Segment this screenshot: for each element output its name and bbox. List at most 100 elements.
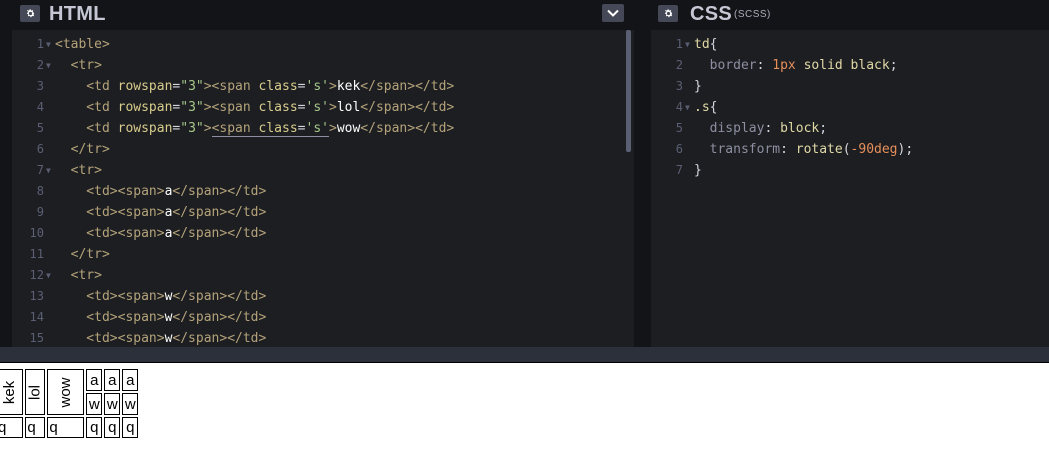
line-number: 5 [36, 121, 44, 135]
code-line[interactable]: 2 ▼ <tr> [12, 55, 634, 76]
code-line[interactable]: 3 <td rowspan="3"><span class='s'>kek</s… [12, 76, 634, 97]
line-number: 8 [36, 184, 44, 198]
html-editor-scrollbar[interactable] [626, 30, 631, 152]
code-line[interactable]: 14 <td><span>w</span></td> [12, 307, 634, 328]
html-code-editor[interactable]: 1 ▼ <table> 2 ▼ <tr> 3 <td rowspan="3"><span … [12, 34, 634, 347]
code-line[interactable]: 2 border: 1px solid black; [651, 55, 1049, 76]
result-cell-text: w [88, 395, 100, 413]
code-text: <td rowspan="3"><span class='s'>lol</spa… [55, 97, 454, 118]
code-token: block [780, 121, 820, 136]
code-token: : [780, 142, 796, 157]
code-line[interactable]: 4 ▼ .s{ [651, 97, 1049, 118]
code-token: <td [55, 79, 118, 94]
line-number: 4 [36, 100, 44, 114]
result-cell-text: q [126, 419, 135, 436]
code-token: </span></td> [172, 184, 267, 199]
code-line[interactable]: 5 display: block; [651, 118, 1049, 139]
line-number: 9 [36, 205, 44, 219]
fold-arrow-icon[interactable]: ▼ [685, 34, 690, 55]
line-number: 15 [29, 331, 44, 345]
result-cell-text: a [108, 371, 117, 389]
fold-arrow-icon[interactable]: ▼ [46, 55, 51, 76]
pane-divider[interactable] [634, 0, 651, 347]
html-pane-title: HTML [49, 3, 106, 25]
code-token: > [328, 79, 337, 94]
code-token: class [258, 100, 298, 115]
code-line[interactable]: 15 <td><span>w</span></td> [12, 328, 634, 347]
line-number: 7 [36, 163, 44, 177]
html-options-dropdown[interactable] [602, 4, 624, 22]
result-cell-text: q [108, 419, 117, 436]
code-token: kek [336, 79, 361, 94]
code-line[interactable]: 7 ▼ <tr> [12, 160, 634, 181]
result-cell-text: q [0, 419, 7, 436]
line-number: 3 [675, 79, 683, 93]
result-cell-text: w [106, 395, 118, 413]
result-cell-text: wow [57, 377, 75, 408]
code-token: > [328, 121, 337, 136]
code-token: rowspan [117, 79, 173, 94]
code-line[interactable]: 12 ▼ <tr> [12, 265, 634, 286]
code-token: </tr> [55, 142, 110, 157]
code-token: border [694, 58, 757, 73]
code-text: </tr> [55, 139, 110, 160]
code-token: </span></td> [172, 331, 267, 346]
code-token: ><span [203, 79, 259, 94]
code-line[interactable]: 11 </tr> [12, 244, 634, 265]
code-token: "3" [180, 100, 204, 115]
code-text: <td rowspan="3"><span class='s'>kek</spa… [55, 76, 454, 97]
line-number: 4 [675, 100, 683, 114]
code-text: <tr> [55, 55, 102, 76]
result-cell: q [47, 417, 85, 438]
css-editor-pane: CSS (SCSS) 1 ▼ td{2 border: 1px solid blac… [651, 0, 1049, 347]
code-line[interactable]: 1 ▼ td{ [651, 34, 1049, 55]
code-line[interactable]: 1 ▼ <table> [12, 34, 634, 55]
code-token: <tr> [55, 268, 102, 283]
code-token: { [709, 100, 718, 115]
code-line[interactable]: 3} [651, 76, 1049, 97]
code-line[interactable]: 6 transform: rotate(-90deg); [651, 139, 1049, 160]
code-token: <tr> [55, 58, 102, 73]
fold-arrow-icon[interactable]: ▼ [46, 34, 51, 55]
code-token: ( [842, 142, 851, 157]
html-settings-button[interactable] [20, 5, 40, 22]
code-text: <td><span>a</span></td> [55, 181, 266, 202]
fold-arrow-icon[interactable]: ▼ [46, 160, 51, 181]
code-token: "3" [180, 121, 204, 136]
css-settings-button[interactable] [658, 5, 678, 22]
editor-area: HTML 1 ▼ <table> 2 ▼ <tr> 3 <td rowspan="3"><… [0, 0, 1049, 347]
code-token: <td [55, 100, 118, 115]
code-line[interactable]: 4 <td rowspan="3"><span class='s'>lol</s… [12, 97, 634, 118]
code-line[interactable]: 10 <td><span>a</span></td> [12, 223, 634, 244]
code-token: </span></td> [172, 289, 267, 304]
code-token: > [328, 100, 337, 115]
result-cell: w [86, 393, 103, 415]
code-token: ); [897, 142, 914, 157]
code-line[interactable]: 13 <td><span>w</span></td> [12, 286, 634, 307]
left-edge [0, 0, 12, 347]
code-token: display [694, 121, 765, 136]
code-line[interactable]: 8 <td><span>a</span></td> [12, 181, 634, 202]
code-text: <td rowspan="3"><span class='s'>wow</spa… [55, 118, 454, 139]
fold-arrow-icon[interactable]: ▼ [46, 265, 51, 286]
code-token: <span [211, 121, 259, 137]
code-token: solid black [795, 58, 890, 73]
result-cell: w [122, 393, 139, 415]
code-line[interactable]: 6 </tr> [12, 139, 634, 160]
code-line[interactable]: 9 <td><span>a</span></td> [12, 202, 634, 223]
line-number: 1 [675, 37, 683, 51]
code-text: </tr> [55, 244, 110, 265]
code-token: class [258, 79, 298, 94]
code-text: <td><span>w</span></td> [55, 307, 266, 328]
result-resize-bar[interactable] [0, 347, 1049, 363]
code-token: <td [55, 121, 118, 136]
code-token: <td><span> [55, 205, 165, 220]
table-row: q q q q q q [0, 417, 139, 438]
line-number: 2 [36, 58, 44, 72]
code-line[interactable]: 7} [651, 160, 1049, 181]
code-line[interactable]: 5 <td rowspan="3"><span class='s'>wow</s… [12, 118, 634, 139]
table-row: kek lol wow a a a [0, 369, 139, 415]
fold-arrow-icon[interactable]: ▼ [685, 97, 690, 118]
code-token: </span></td> [360, 121, 455, 136]
css-code-editor[interactable]: 1 ▼ td{2 border: 1px solid black; 3} 4 ▼ .s{5 … [651, 34, 1049, 347]
